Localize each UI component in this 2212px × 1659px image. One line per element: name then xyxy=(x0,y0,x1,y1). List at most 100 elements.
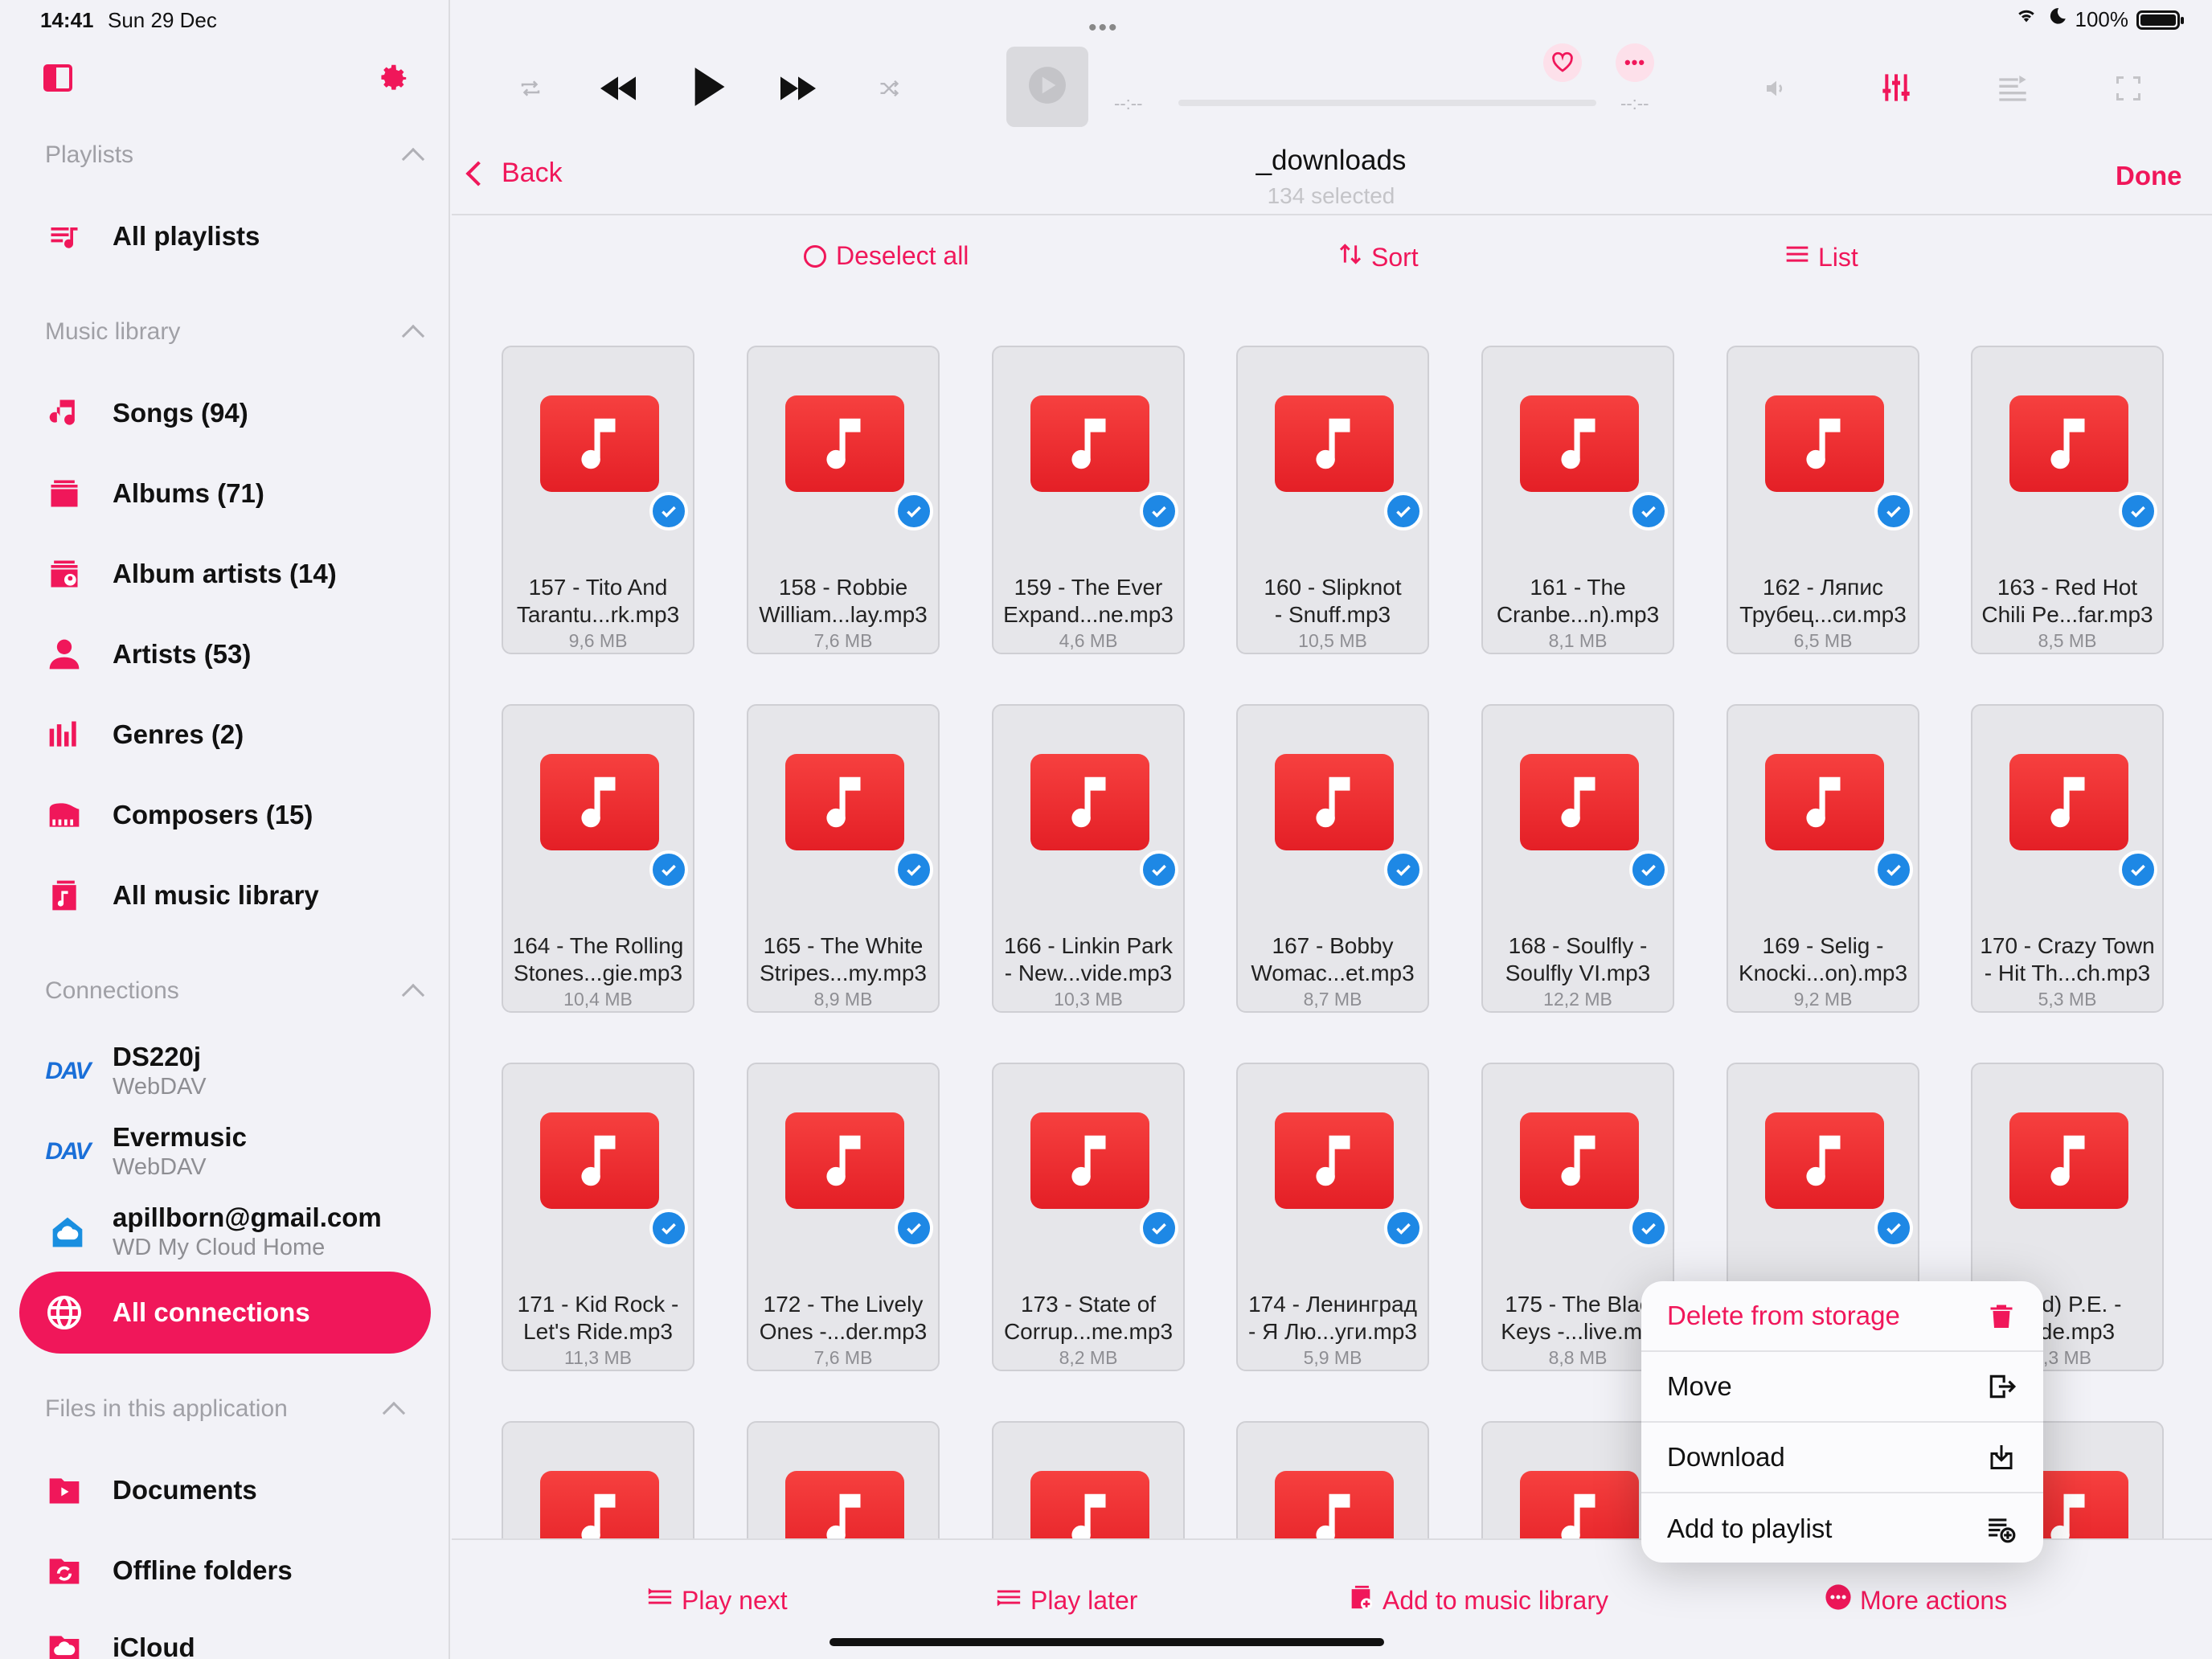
selected-check-icon[interactable] xyxy=(1140,1209,1178,1247)
file-tile[interactable]: 172 - The Lively Ones -...der.mp3 7,6 MB xyxy=(747,1063,940,1371)
connection-ds220j[interactable]: DAV DS220j WebDAV xyxy=(45,1042,206,1100)
play-later-button[interactable]: Play later xyxy=(995,1583,1137,1617)
selected-check-icon[interactable] xyxy=(2119,850,2157,889)
sidebar-item-documents[interactable]: Documents xyxy=(45,1466,257,1514)
more-actions-button[interactable]: More actions xyxy=(1825,1583,2007,1617)
file-tile[interactable]: 171 - Kid Rock - Let's Ride.mp3 11,3 MB xyxy=(502,1063,694,1371)
sidebar-item-songs[interactable]: Songs (94) xyxy=(45,389,248,437)
sidebar-item-artists[interactable]: Artists (53) xyxy=(45,630,251,678)
file-tile[interactable]: 169 - Selig - Knocki...on).mp3 9,2 MB xyxy=(1727,704,1919,1013)
file-tile[interactable]: 157 - Tito And Tarantu...rk.mp3 9,6 MB xyxy=(502,346,694,654)
play-icon[interactable] xyxy=(688,63,730,111)
elapsed-time: --:-- xyxy=(1114,93,1143,113)
sidebar-item-albums[interactable]: Albums (71) xyxy=(45,469,264,518)
selected-check-icon[interactable] xyxy=(895,1209,933,1247)
chevron-up-icon[interactable] xyxy=(401,324,425,348)
view-mode-button[interactable]: List xyxy=(1784,241,1858,273)
file-tile[interactable]: 170 - Crazy Town - Hit Th...ch.mp3 5,3 MB xyxy=(1971,704,2164,1013)
sidebar-item-offline-folders[interactable]: Offline folders xyxy=(45,1546,293,1595)
done-button[interactable]: Done xyxy=(2116,161,2182,191)
file-tile[interactable]: 162 - Ляпис Трубец...си.mp3 6,5 MB xyxy=(1727,346,1919,654)
selected-check-icon[interactable] xyxy=(1140,850,1178,889)
file-tile[interactable]: 164 - The Rolling Stones...gie.mp3 10,4 MB xyxy=(502,704,694,1013)
music-file-artwork xyxy=(1275,395,1394,492)
favorite-heart-icon[interactable] xyxy=(1543,43,1582,82)
shuffle-icon[interactable] xyxy=(873,72,905,104)
selection-count: 134 selected xyxy=(1267,183,1395,208)
menu-item-add-to-playlist[interactable]: Add to playlist xyxy=(1641,1493,2043,1563)
file-tile[interactable]: 160 - Slipknot - Snuff.mp3 10,5 MB xyxy=(1236,346,1429,654)
multitask-dots-icon[interactable]: ••• xyxy=(1088,14,1119,42)
connection-name: DS220j xyxy=(113,1042,202,1071)
person-icon xyxy=(45,635,84,674)
sidebar-item-all-playlists[interactable]: All playlists xyxy=(45,212,260,260)
selected-check-icon[interactable] xyxy=(1629,492,1668,530)
sidebar-item-icloud[interactable]: iCloud xyxy=(45,1624,195,1659)
more-options-icon[interactable]: ••• xyxy=(1616,43,1654,82)
music-note-icon xyxy=(1059,769,1121,836)
settings-gear-icon[interactable] xyxy=(375,61,410,96)
volume-icon[interactable] xyxy=(1760,72,1792,104)
sidebar-item-album-artists[interactable]: Album artists (14) xyxy=(45,550,337,598)
now-playing-artwork[interactable] xyxy=(1006,47,1088,127)
deselect-all-button[interactable]: Deselect all xyxy=(804,241,969,271)
sidebar-item-composers[interactable]: Composers (15) xyxy=(45,791,313,839)
progress-track[interactable] xyxy=(1178,100,1596,106)
connection-wd-my-cloud[interactable]: apillborn@gmail.com WD My Cloud Home xyxy=(45,1202,382,1261)
file-name: 172 - The Lively Ones -...der.mp3 xyxy=(759,1292,928,1344)
file-tile[interactable]: 173 - State of Corrup...me.mp3 8,2 MB xyxy=(992,1063,1185,1371)
fast-forward-icon[interactable] xyxy=(775,68,821,109)
music-file-artwork xyxy=(1765,754,1884,850)
selected-check-icon[interactable] xyxy=(1629,1209,1668,1247)
file-size: 12,2 MB xyxy=(1543,989,1612,1010)
selected-check-icon[interactable] xyxy=(649,850,688,889)
sidebar-toggle-icon[interactable] xyxy=(43,64,72,92)
file-tile[interactable]: 168 - Soulfly - Soulfly VI.mp3 12,2 MB xyxy=(1481,704,1674,1013)
sidebar-item-genres[interactable]: Genres (2) xyxy=(45,711,244,759)
file-name: 158 - Robbie William...lay.mp3 xyxy=(759,575,928,627)
selected-check-icon[interactable] xyxy=(1384,1209,1423,1247)
sort-button[interactable]: Sort xyxy=(1337,241,1419,273)
selected-check-icon[interactable] xyxy=(1140,492,1178,530)
menu-item-move[interactable]: Move xyxy=(1641,1352,2043,1423)
sidebar-item-label: Artists (53) xyxy=(113,639,252,669)
repeat-icon[interactable] xyxy=(514,72,547,104)
selected-check-icon[interactable] xyxy=(895,850,933,889)
back-button[interactable]: Back xyxy=(465,158,563,189)
music-file-artwork xyxy=(1030,1112,1149,1209)
selected-check-icon[interactable] xyxy=(1874,850,1913,889)
chevron-up-icon[interactable] xyxy=(401,147,425,171)
selected-check-icon[interactable] xyxy=(1874,492,1913,530)
sidebar-item-all-music-library[interactable]: All music library xyxy=(45,871,319,920)
home-indicator[interactable] xyxy=(830,1638,1384,1646)
selected-check-icon[interactable] xyxy=(1874,1209,1913,1247)
rewind-icon[interactable] xyxy=(595,68,641,109)
connection-evermusic[interactable]: DAV Evermusic WebDAV xyxy=(45,1122,247,1181)
equalizer-icon[interactable] xyxy=(1878,68,1915,108)
sidebar-item-label: All connections xyxy=(113,1297,310,1327)
file-tile[interactable]: 166 - Linkin Park - New...vide.mp3 10,3 MB xyxy=(992,704,1185,1013)
file-size: 7,6 MB xyxy=(813,630,873,651)
file-tile[interactable]: 161 - The Cranbe...n).mp3 8,1 MB xyxy=(1481,346,1674,654)
selected-check-icon[interactable] xyxy=(895,492,933,530)
file-tile[interactable]: 158 - Robbie William...lay.mp3 7,6 MB xyxy=(747,346,940,654)
menu-item-download[interactable]: Download xyxy=(1641,1423,2043,1493)
queue-list-icon[interactable] xyxy=(1993,69,2032,106)
file-tile[interactable]: 174 - Ленинград - Я Лю...уги.mp3 5,9 MB xyxy=(1236,1063,1429,1371)
chevron-up-icon[interactable] xyxy=(401,983,425,1007)
file-tile[interactable]: 159 - The Ever Expand...ne.mp3 4,6 MB xyxy=(992,346,1185,654)
selected-check-icon[interactable] xyxy=(1384,850,1423,889)
play-next-button[interactable]: Play next xyxy=(646,1583,788,1617)
sidebar-item-all-connections[interactable]: All connections xyxy=(19,1272,431,1354)
selected-check-icon[interactable] xyxy=(1629,850,1668,889)
fullscreen-icon[interactable] xyxy=(2111,71,2146,106)
selected-check-icon[interactable] xyxy=(1384,492,1423,530)
selected-check-icon[interactable] xyxy=(649,492,688,530)
file-tile[interactable]: 165 - The White Stripes...my.mp3 8,9 MB xyxy=(747,704,940,1013)
selected-check-icon[interactable] xyxy=(2119,492,2157,530)
selected-check-icon[interactable] xyxy=(649,1209,688,1247)
file-tile[interactable]: 163 - Red Hot Chili Pe...far.mp3 8,5 MB xyxy=(1971,346,2164,654)
menu-item-delete-from-storage[interactable]: Delete from storage xyxy=(1641,1281,2043,1352)
add-to-music-library-button[interactable]: Add to music library xyxy=(1347,1583,1608,1617)
file-tile[interactable]: 167 - Bobby Womac...et.mp3 8,7 MB xyxy=(1236,704,1429,1013)
